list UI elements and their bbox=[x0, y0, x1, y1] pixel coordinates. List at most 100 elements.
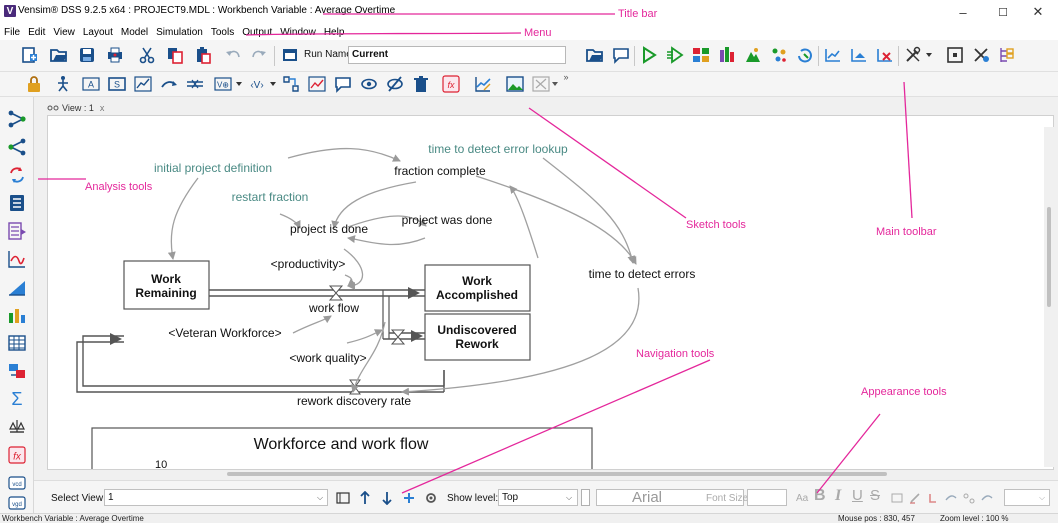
sketch-comment-icon[interactable] bbox=[332, 73, 354, 95]
horizontal-scrollbar[interactable] bbox=[47, 470, 1044, 478]
units-check-icon[interactable] bbox=[970, 44, 992, 66]
control-panel-icon[interactable] bbox=[944, 44, 966, 66]
rate-tool-icon[interactable] bbox=[184, 73, 206, 95]
var-work-flow[interactable]: work flow bbox=[308, 301, 359, 315]
arrow-tool-icon[interactable] bbox=[158, 73, 180, 95]
runs-compare-scale-icon[interactable] bbox=[5, 415, 29, 439]
input-output-tool-icon[interactable] bbox=[280, 73, 302, 95]
load-dataset-icon[interactable] bbox=[848, 44, 870, 66]
vgd-icon[interactable]: vgd bbox=[5, 493, 29, 513]
synthesim-icon[interactable] bbox=[664, 44, 686, 66]
menu-output[interactable]: Output bbox=[242, 27, 272, 38]
menu-help[interactable]: Help bbox=[324, 27, 345, 38]
menu-simulation[interactable]: Simulation bbox=[156, 27, 203, 38]
var-restart-fraction[interactable]: restart fraction bbox=[232, 190, 309, 204]
add-view-icon[interactable] bbox=[398, 487, 420, 509]
new-model-icon[interactable] bbox=[18, 44, 40, 66]
underline-icon[interactable]: U bbox=[852, 487, 863, 504]
var-project-was-done[interactable]: project was done bbox=[402, 213, 493, 227]
run-name-input[interactable]: Current bbox=[348, 46, 566, 64]
open-folder-icon[interactable] bbox=[48, 44, 70, 66]
menu-model[interactable]: Model bbox=[121, 27, 148, 38]
polarity-icon[interactable] bbox=[962, 487, 976, 509]
open-runs-folder-icon[interactable] bbox=[584, 44, 606, 66]
case-toggle[interactable]: Aa bbox=[796, 493, 808, 504]
view-settings-icon[interactable] bbox=[420, 487, 442, 509]
vcd-icon[interactable]: vcd bbox=[5, 471, 29, 495]
move-size-icon[interactable] bbox=[52, 73, 74, 95]
delete-icon[interactable] bbox=[410, 73, 432, 95]
shadow-variable-dropdown-icon[interactable] bbox=[268, 73, 278, 95]
optimize-icon[interactable] bbox=[742, 44, 764, 66]
unload-dataset-icon[interactable] bbox=[874, 44, 896, 66]
unhide-wand-icon[interactable] bbox=[358, 73, 380, 95]
undo-icon[interactable] bbox=[222, 44, 244, 66]
arrow-style-icon[interactable] bbox=[944, 487, 958, 509]
menu-edit[interactable]: Edit bbox=[28, 27, 45, 38]
redo-icon[interactable] bbox=[248, 44, 270, 66]
view-tab-close[interactable]: x bbox=[100, 103, 105, 113]
maximize-button[interactable]: ☐ bbox=[983, 2, 1023, 22]
table-time-down-icon[interactable] bbox=[5, 359, 29, 383]
model-variable-tool-icon[interactable]: V⊕ bbox=[212, 73, 234, 95]
cut-icon[interactable] bbox=[136, 44, 158, 66]
bar-graph-icon[interactable] bbox=[5, 303, 29, 327]
sketch-comment-graph-icon[interactable] bbox=[306, 73, 328, 95]
var-project-is-done[interactable]: project is done bbox=[290, 222, 368, 236]
gaming-icon[interactable] bbox=[690, 44, 712, 66]
runs-compare-icon[interactable] bbox=[5, 275, 29, 299]
rework-flow-valve[interactable] bbox=[390, 329, 406, 345]
show-level-spinner[interactable] bbox=[581, 489, 590, 506]
horizontal-scrollbar-thumb[interactable] bbox=[227, 472, 887, 476]
view-tab[interactable]: View : 1 x bbox=[47, 101, 104, 115]
graph-tool-icon[interactable] bbox=[530, 73, 552, 95]
document-icon[interactable] bbox=[5, 191, 29, 215]
var-work-quality[interactable]: <work quality> bbox=[289, 351, 366, 365]
connector-icon[interactable] bbox=[980, 487, 994, 509]
copy-icon[interactable] bbox=[164, 44, 186, 66]
outline-icon[interactable] bbox=[996, 44, 1018, 66]
close-button[interactable]: ✕ bbox=[1018, 2, 1058, 22]
lookup-tool-icon[interactable] bbox=[132, 73, 154, 95]
model-variable-dropdown-icon[interactable] bbox=[234, 73, 244, 95]
monte-carlo-icon[interactable] bbox=[768, 44, 790, 66]
summary-statistics-icon[interactable]: Σ bbox=[5, 387, 29, 411]
level-up-icon[interactable] bbox=[354, 487, 376, 509]
simulate-icon[interactable] bbox=[638, 44, 660, 66]
uses-tree-icon[interactable] bbox=[5, 135, 29, 159]
var-time-to-detect-errors[interactable]: time to detect errors bbox=[589, 267, 696, 281]
print-icon[interactable] bbox=[104, 44, 126, 66]
causes-strip-icon[interactable] bbox=[5, 219, 29, 243]
toolbar-overflow-icon[interactable]: » bbox=[560, 66, 572, 88]
equations-icon[interactable]: fx bbox=[440, 73, 462, 95]
italic-icon[interactable]: I bbox=[835, 487, 841, 505]
graph-tool-dropdown-icon[interactable] bbox=[550, 73, 560, 95]
paste-icon[interactable] bbox=[192, 44, 214, 66]
select-view-dropdown[interactable]: 1 bbox=[104, 489, 328, 506]
menu-file[interactable]: File bbox=[4, 27, 20, 38]
comment-icon[interactable] bbox=[610, 44, 632, 66]
line-color-icon[interactable] bbox=[908, 487, 922, 509]
causes-tree-icon[interactable] bbox=[5, 107, 29, 131]
var-time-to-detect-error-lookup[interactable]: time to detect error lookup bbox=[428, 142, 568, 156]
dataset-icon[interactable] bbox=[822, 44, 844, 66]
var-veteran-workforce[interactable]: <Veteran Workforce> bbox=[168, 326, 281, 340]
reference-mode-icon[interactable] bbox=[472, 73, 494, 95]
var-productivity[interactable]: <productivity> bbox=[271, 257, 346, 271]
vertical-scrollbar[interactable] bbox=[1044, 127, 1054, 467]
font-size-field[interactable] bbox=[747, 489, 787, 506]
menu-tools[interactable]: Tools bbox=[211, 27, 234, 38]
work-flow-valve[interactable] bbox=[328, 285, 344, 301]
shape-icon[interactable] bbox=[890, 487, 904, 509]
select-view-chevron-icon[interactable]: ⌵ bbox=[317, 493, 323, 503]
fill-color-icon[interactable] bbox=[926, 487, 940, 509]
variable-tool-icon[interactable]: A bbox=[80, 73, 102, 95]
image-icon[interactable] bbox=[504, 73, 526, 95]
box-variable-tool-icon[interactable]: S bbox=[106, 73, 128, 95]
menu-view[interactable]: View bbox=[53, 27, 75, 38]
reality-check-icon[interactable] bbox=[794, 44, 816, 66]
tools-icon[interactable] bbox=[902, 44, 924, 66]
var-rework-discovery-rate[interactable]: rework discovery rate bbox=[297, 394, 411, 408]
show-level-chevron-icon[interactable]: ⌵ bbox=[566, 493, 572, 503]
menu-layout[interactable]: Layout bbox=[83, 27, 113, 38]
